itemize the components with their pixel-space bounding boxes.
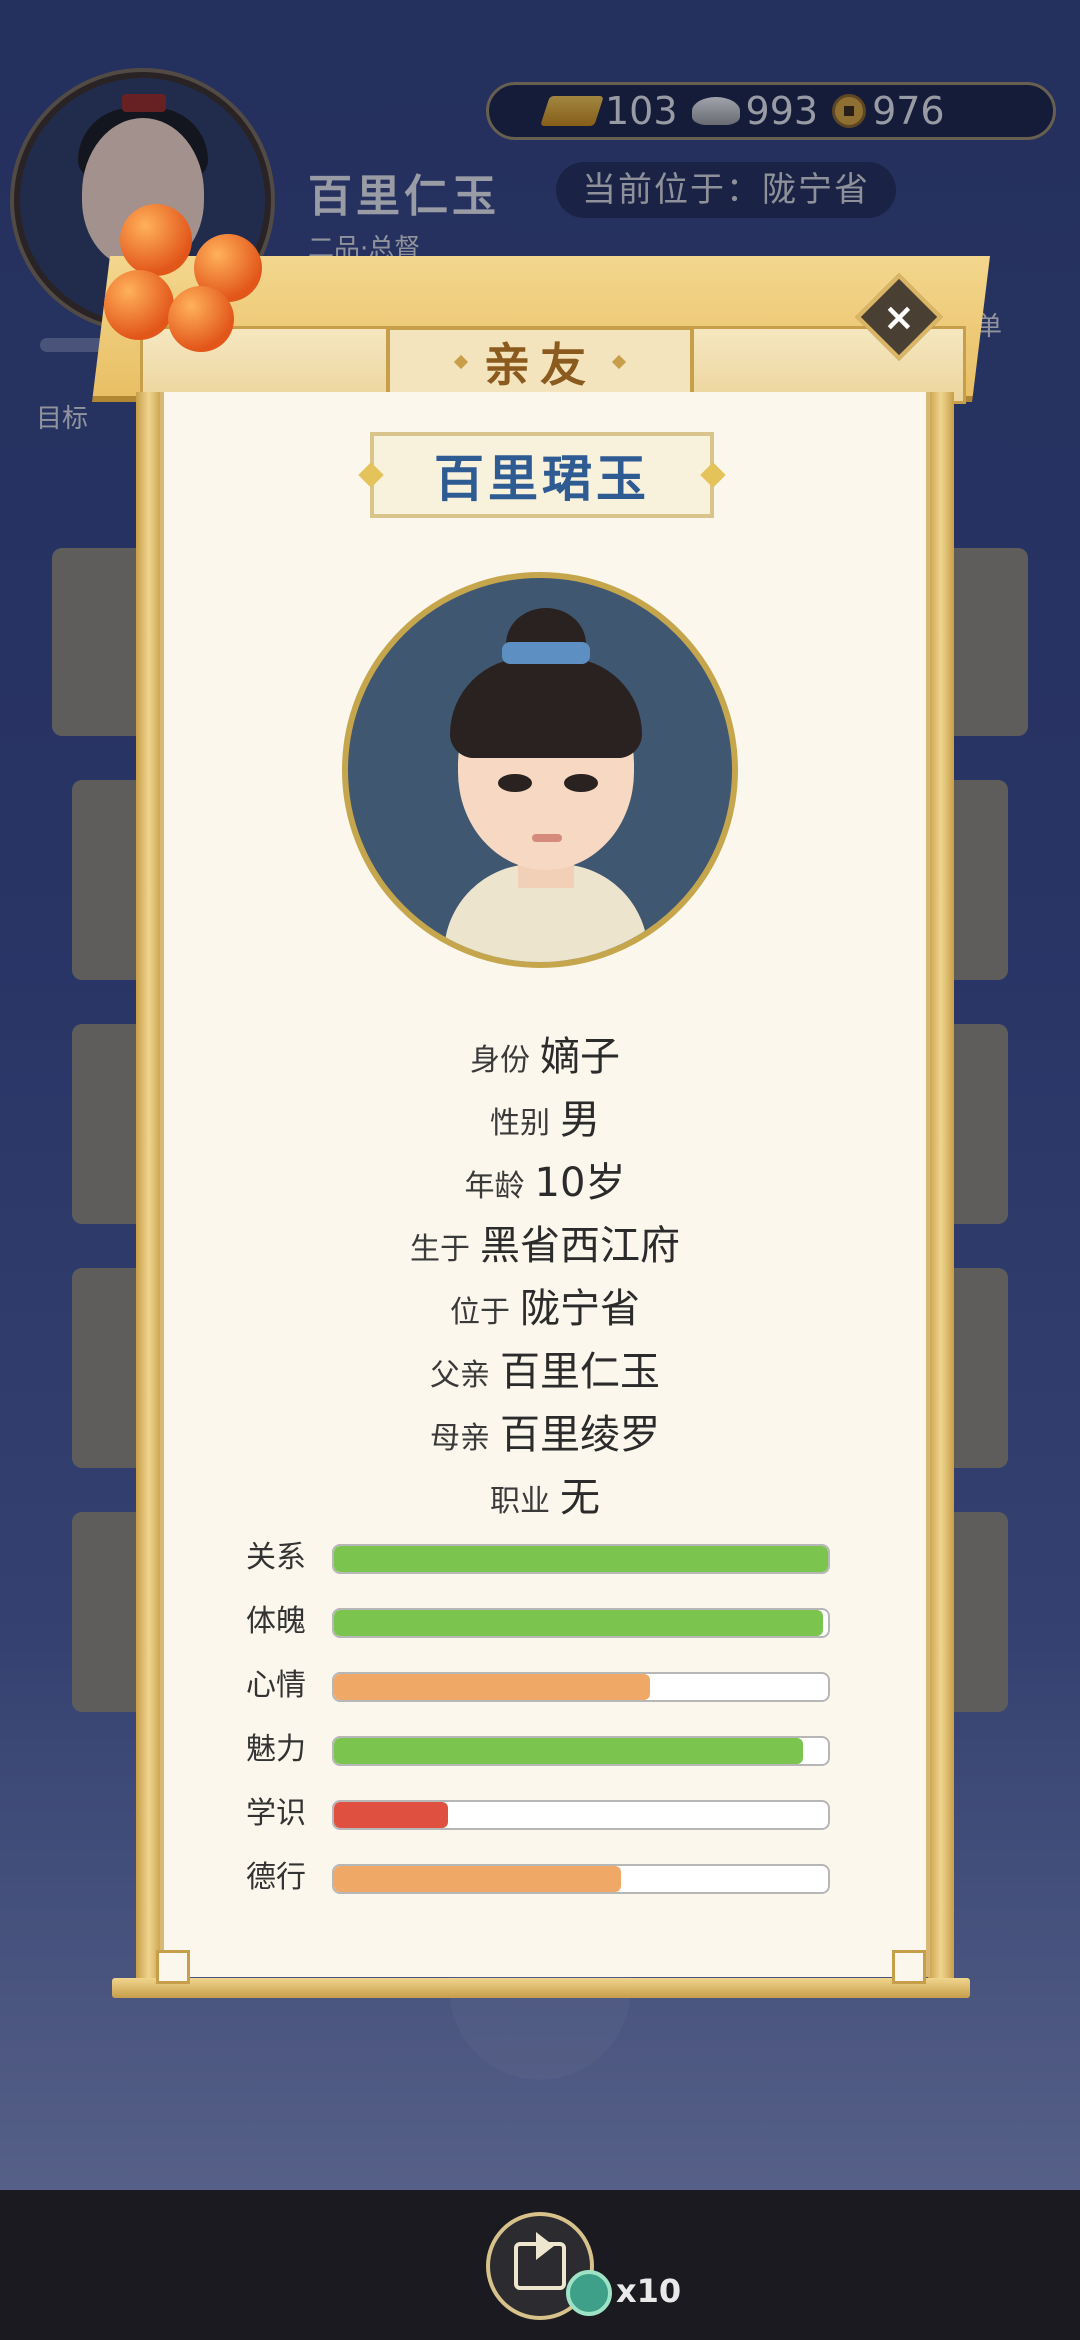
- info-row-occupation: 职业无: [160, 1465, 930, 1523]
- stat-track: [332, 1544, 830, 1574]
- info-value: 百里绫罗: [500, 1412, 660, 1458]
- stat-row-physique: 体魄: [246, 1602, 846, 1642]
- info-value: 无: [560, 1475, 600, 1521]
- stat-row-relationship: 关系: [246, 1538, 846, 1578]
- stat-label: 德行: [246, 1860, 306, 1895]
- modal-bottom-rod: [112, 1978, 970, 1998]
- orange-fruit-icon: [104, 270, 174, 340]
- orange-fruit-icon: [120, 204, 192, 276]
- info-row-gender: 性别男: [160, 1087, 930, 1145]
- stat-label: 关系: [246, 1540, 306, 1575]
- stat-fill: [334, 1866, 621, 1892]
- stat-track: [332, 1800, 830, 1830]
- info-label: 位于: [450, 1295, 510, 1330]
- stat-track: [332, 1864, 830, 1894]
- portrait-hair-band: [502, 642, 590, 664]
- info-value: 10岁: [534, 1160, 626, 1206]
- stat-track: [332, 1608, 830, 1638]
- stat-row-knowledge: 学识: [246, 1794, 846, 1834]
- portrait-eye: [564, 774, 598, 792]
- person-name-plaque: 百里珺玉: [370, 432, 714, 518]
- info-row-age: 年龄 10岁: [160, 1150, 930, 1208]
- info-label: 父亲: [430, 1358, 490, 1393]
- stat-track: [332, 1736, 830, 1766]
- corner-ornament: [892, 1950, 926, 1984]
- portrait-mouth: [532, 834, 562, 842]
- stat-track: [332, 1672, 830, 1702]
- portrait-eye: [498, 774, 532, 792]
- share-icon: [514, 2232, 566, 2290]
- stat-fill: [334, 1674, 651, 1700]
- info-value: 黑省西江府: [480, 1223, 680, 1269]
- info-label: 性别: [490, 1106, 550, 1141]
- info-value: 嫡子: [540, 1034, 620, 1080]
- info-label: 身份: [470, 1043, 530, 1078]
- close-icon: ×: [883, 295, 915, 339]
- info-row-father: 父亲 百里仁玉: [160, 1339, 930, 1397]
- info-row-location: 位于 陇宁省: [160, 1276, 930, 1334]
- reward-count: x10: [616, 2272, 682, 2310]
- stat-label: 魅力: [246, 1732, 306, 1767]
- stat-label: 学识: [246, 1796, 306, 1831]
- scroll-rod-left: [136, 392, 162, 1982]
- scroll-rod-right: [928, 392, 954, 1982]
- info-row-birthplace: 生于 黑省西江府: [160, 1213, 930, 1271]
- stat-label: 体魄: [246, 1604, 306, 1639]
- info-row-mother: 母亲 百里绫罗: [160, 1402, 930, 1460]
- info-value: 男: [560, 1097, 600, 1143]
- info-label: 年龄: [464, 1169, 525, 1204]
- stat-fill: [334, 1738, 804, 1764]
- stat-fill: [334, 1610, 824, 1636]
- title-dot-right: [611, 354, 627, 370]
- orange-fruit-icon: [168, 286, 234, 352]
- stat-label: 心情: [246, 1668, 306, 1703]
- stat-row-charm: 魅力: [246, 1730, 846, 1770]
- stat-fill: [334, 1546, 828, 1572]
- title-dot-left: [453, 354, 469, 370]
- info-label: 母亲: [430, 1421, 490, 1456]
- stat-row-virtue: 德行: [246, 1858, 846, 1898]
- info-label: 职业: [490, 1484, 550, 1519]
- info-value: 百里仁玉: [500, 1349, 660, 1395]
- modal-title-plaque: 亲友: [386, 326, 694, 398]
- info-row-identity: 身份 嫡子: [160, 1024, 930, 1082]
- stat-row-mood: 心情: [246, 1666, 846, 1706]
- person-portrait: [342, 572, 738, 968]
- stat-fill: [334, 1802, 448, 1828]
- modal-title: 亲友: [484, 338, 596, 392]
- share-arrow-icon: [536, 2232, 554, 2260]
- person-name: 百里珺玉: [434, 450, 650, 508]
- jade-reward-icon: [566, 2270, 612, 2316]
- info-label: 生于: [410, 1232, 470, 1267]
- info-value: 陇宁省: [520, 1286, 640, 1332]
- corner-ornament: [156, 1950, 190, 1984]
